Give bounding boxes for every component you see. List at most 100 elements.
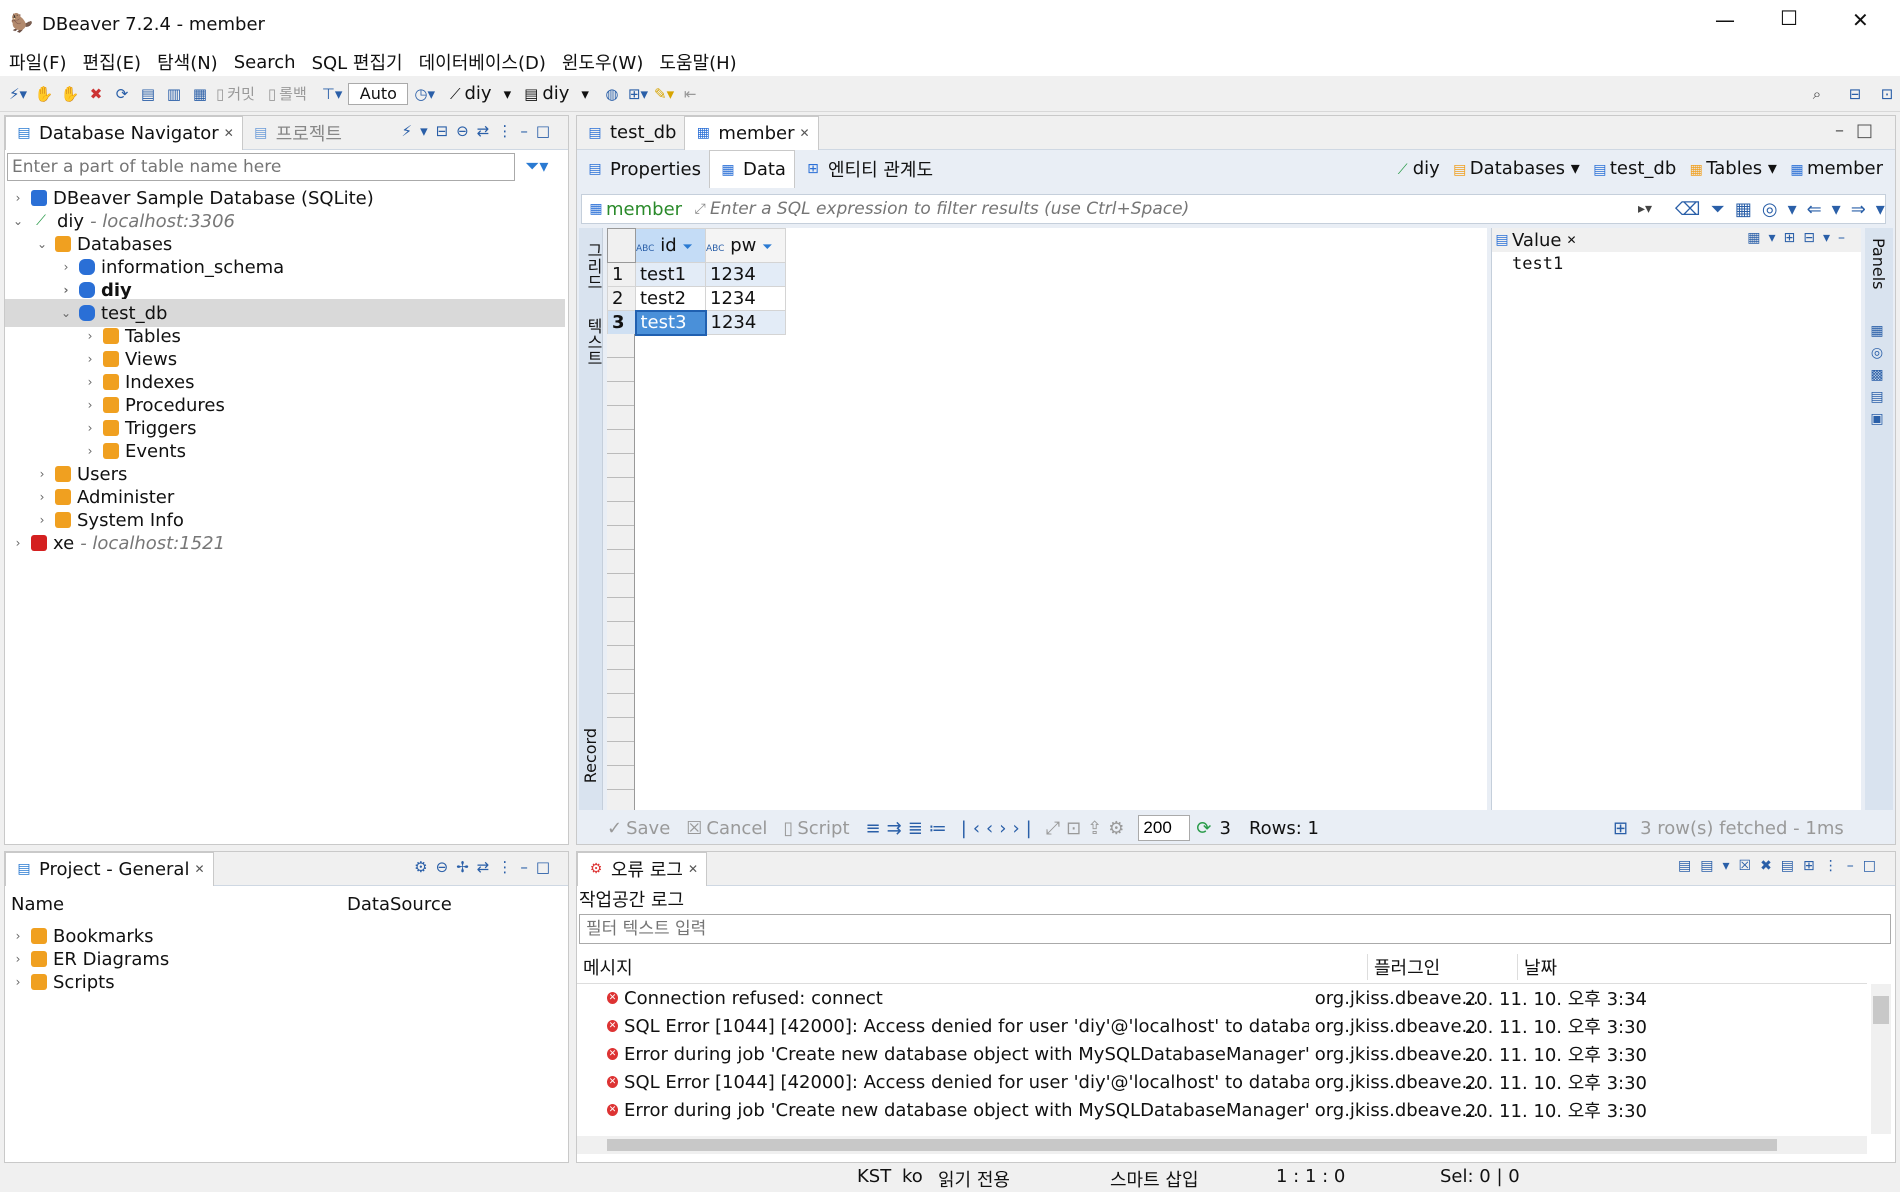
- vertical-scrollbar[interactable]: [1871, 984, 1891, 1134]
- side-tab-text[interactable]: 텍스트: [581, 318, 605, 366]
- breadcrumb-diy[interactable]: ⟋ diy: [1393, 158, 1440, 180]
- menu-database[interactable]: 데이터베이스(D): [419, 49, 546, 75]
- project-item-scripts[interactable]: › Scripts: [11, 968, 115, 996]
- breadcrumb-databases[interactable]: ▤ Databases ▾: [1450, 158, 1580, 180]
- cell-pw[interactable]: 1234: [705, 286, 786, 311]
- log-row[interactable]: ✕ Error during job 'Create new database o…: [577, 1040, 1647, 1068]
- navigate-back-icon[interactable]: ⇤: [680, 80, 700, 108]
- cell-id[interactable]: test2: [635, 286, 706, 311]
- tx-isolation-icon[interactable]: ⊤▾: [322, 80, 343, 108]
- maximize-button[interactable]: ☐: [1780, 6, 1798, 30]
- chevron-down-icon[interactable]: ⌄: [35, 237, 49, 251]
- chevron-right-icon[interactable]: ›: [11, 975, 25, 989]
- column-header-pw[interactable]: ABC pw ⏷: [705, 228, 786, 263]
- filter-settings-icon[interactable]: ⏷▾: [525, 156, 548, 177]
- dbeaver-perspective-icon[interactable]: ⊡: [1877, 80, 1897, 108]
- cell-id-selected[interactable]: test3: [634, 309, 707, 336]
- transaction-icon[interactable]: ⟳: [112, 80, 132, 108]
- chevron-right-icon[interactable]: ›: [83, 421, 97, 435]
- chevron-right-icon[interactable]: ›: [11, 536, 25, 550]
- chevron-right-icon[interactable]: ›: [11, 191, 25, 205]
- tasks-icon[interactable]: ✎▾: [654, 80, 674, 108]
- side-tab-record[interactable]: Record: [581, 728, 600, 783]
- close-panel-icon[interactable]: ✕: [1566, 233, 1576, 247]
- tx-pending-icon[interactable]: ▥: [164, 80, 184, 108]
- cell-pw[interactable]: 1234: [705, 262, 786, 287]
- chevron-right-icon[interactable]: ›: [11, 929, 25, 943]
- menu-window[interactable]: 윈도우(W): [562, 49, 644, 75]
- refresh-icon[interactable]: ⟳: [1196, 818, 1211, 839]
- breadcrumb-test-db[interactable]: ▤ test_db: [1590, 158, 1676, 180]
- menu-file[interactable]: 파일(F): [9, 49, 67, 75]
- rollback-button[interactable]: ▯ 롤백: [268, 80, 307, 108]
- table-filter-input[interactable]: [7, 153, 515, 181]
- filter-actions[interactable]: ⌫⏷▦◎▾⇐▾⇒▾: [1675, 199, 1885, 220]
- close-tab-icon[interactable]: ✕: [688, 862, 698, 876]
- tx-log-icon[interactable]: ▤: [138, 80, 158, 108]
- subtab-data[interactable]: ▦ Data: [708, 150, 795, 188]
- commit-button[interactable]: ▯ 커밋: [216, 80, 255, 108]
- row-edit-icons[interactable]: ≡⇉≣≔: [866, 818, 953, 839]
- menu-navigate[interactable]: 탐색(N): [157, 49, 218, 75]
- close-tab-icon[interactable]: ✕: [799, 126, 809, 140]
- tab-database-navigator[interactable]: ▤ Database Navigator ✕: [5, 115, 243, 150]
- close-button[interactable]: ✕: [1852, 8, 1869, 32]
- erd-icon[interactable]: ⊞▾: [628, 80, 648, 108]
- script-button[interactable]: ▯ Script: [783, 818, 857, 839]
- search-icon[interactable]: ⌕: [1807, 80, 1827, 108]
- log-row[interactable]: ✕ SQL Error [1044] [42000]: Access denied…: [577, 1012, 1647, 1040]
- chevron-right-icon[interactable]: ›: [35, 513, 49, 527]
- menu-edit[interactable]: 편집(E): [83, 49, 142, 75]
- chevron-right-icon[interactable]: ›: [83, 444, 97, 458]
- panels-icons[interactable]: ▦◎▩▤▣: [1869, 323, 1885, 433]
- active-schema-select[interactable]: ▤ diy ▾: [524, 80, 589, 108]
- chevron-right-icon[interactable]: ›: [83, 375, 97, 389]
- column-name[interactable]: Name: [11, 894, 347, 915]
- tree-item-xe-connection[interactable]: › xe - localhost:1521: [11, 529, 225, 557]
- subtab-properties[interactable]: ▤ Properties: [577, 152, 709, 186]
- disconnect-icon[interactable]: ✋: [34, 80, 54, 108]
- column-plugin[interactable]: 플러그인: [1367, 953, 1517, 980]
- new-connection-icon[interactable]: ⚡▾: [8, 80, 28, 108]
- error-log-toolbar[interactable]: ▤▤▾☒✖▤⊞⋮–□: [1678, 858, 1885, 874]
- navigation-icons[interactable]: |‹‹››|: [961, 818, 1038, 839]
- auto-commit-select[interactable]: Auto: [348, 82, 409, 105]
- dashboard-icon[interactable]: ◍: [602, 80, 622, 108]
- log-row[interactable]: ✕ Error during job 'Create new database o…: [577, 1096, 1647, 1124]
- tab-project-general[interactable]: ▤ Project - General ✕: [5, 851, 214, 886]
- chevron-right-icon[interactable]: ›: [35, 490, 49, 504]
- log-row[interactable]: ✕ SQL Error [1044] [42000]: Access denied…: [577, 1068, 1647, 1096]
- subtab-er-diagram[interactable]: ⊞ 엔티티 관계도: [795, 152, 941, 186]
- table-row[interactable]: 3 test3 1234: [607, 309, 786, 336]
- tab-error-log[interactable]: ⚙ 오류 로그 ✕: [577, 851, 708, 886]
- save-button[interactable]: ✓ Save: [607, 818, 678, 839]
- breadcrumb-member[interactable]: ▦ member: [1787, 158, 1883, 180]
- chevron-right-icon[interactable]: ›: [83, 329, 97, 343]
- tab-project[interactable]: ▤ 프로젝트: [243, 116, 350, 150]
- minimize-button[interactable]: —: [1715, 8, 1735, 32]
- menu-sql-editor[interactable]: SQL 편집기: [312, 49, 403, 75]
- tab-member[interactable]: ▦ member ✕: [684, 115, 819, 150]
- log-row[interactable]: ✕ Connection refused: connect org.jkiss.db…: [577, 984, 1647, 1012]
- column-header-id[interactable]: ABC id ⏷: [635, 228, 706, 263]
- side-tab-grid[interactable]: 그리드: [581, 242, 605, 290]
- perspective-icon[interactable]: ⊟: [1845, 80, 1865, 108]
- column-message[interactable]: 메시지: [577, 954, 1367, 980]
- cell-pw[interactable]: 1234: [705, 310, 786, 335]
- sort-icon[interactable]: ⏷: [682, 240, 692, 255]
- horizontal-scrollbar[interactable]: [577, 1136, 1867, 1154]
- table-row[interactable]: 2 test2 1234: [607, 286, 786, 311]
- sql-filter-input[interactable]: [710, 199, 1635, 219]
- row-number[interactable]: 1: [607, 262, 636, 287]
- chevron-right-icon[interactable]: ›: [35, 467, 49, 481]
- cell-id[interactable]: test1: [635, 262, 706, 287]
- chevron-right-icon[interactable]: ›: [59, 283, 73, 297]
- close-tab-icon[interactable]: ✕: [194, 862, 204, 876]
- tab-test-db[interactable]: ▤ test_db: [577, 116, 684, 150]
- table-row[interactable]: 1 test1 1234: [607, 262, 786, 287]
- chevron-down-icon[interactable]: ⌄: [11, 214, 25, 228]
- fetch-size-input[interactable]: [1138, 815, 1191, 841]
- breadcrumb-tables[interactable]: ▦ Tables ▾: [1686, 158, 1777, 180]
- cancel-button[interactable]: ☒ Cancel: [686, 818, 775, 839]
- close-tab-icon[interactable]: ✕: [224, 126, 234, 140]
